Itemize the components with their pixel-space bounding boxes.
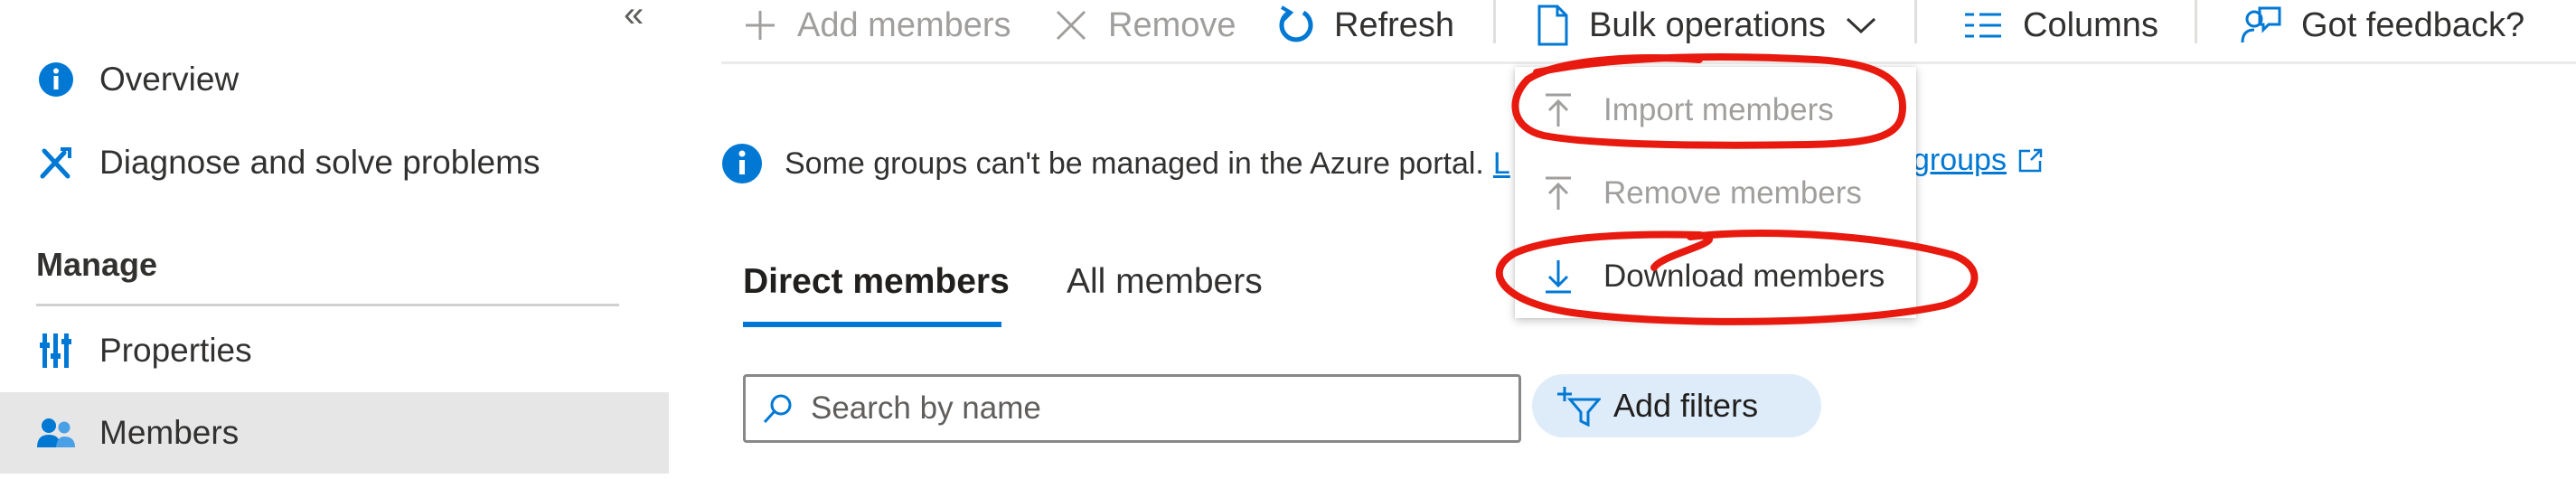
bulk-operations-button[interactable]: Bulk operations xyxy=(1537,0,1876,51)
search-box[interactable] xyxy=(743,374,1521,443)
sidebar-item-label: Members xyxy=(99,414,240,451)
info-icon xyxy=(721,143,763,184)
properties-icon xyxy=(36,331,76,371)
toolbar-separator xyxy=(1914,0,1917,43)
toolbar-separator xyxy=(2195,0,2197,43)
members-icon xyxy=(36,413,76,453)
bulk-operations-menu: Import members Remove members Download m… xyxy=(1515,67,1916,318)
upload-icon xyxy=(1540,175,1576,211)
add-filters-label: Add filters xyxy=(1613,387,1759,424)
menu-item-label: Remove members xyxy=(1603,175,1862,211)
feedback-icon xyxy=(2240,5,2281,46)
tab-direct-members[interactable]: Direct members xyxy=(743,262,1010,302)
download-icon xyxy=(1540,258,1576,295)
info-link-text: groups xyxy=(1913,143,2007,177)
menu-item-download-members[interactable]: Download members xyxy=(1540,249,1885,304)
info-text: Some groups can't be managed in the Azur… xyxy=(785,146,1484,181)
remove-button[interactable]: Remove xyxy=(1054,0,1236,51)
add-members-label: Add members xyxy=(797,5,1011,44)
remove-label: Remove xyxy=(1108,5,1236,44)
section-title-manage: Manage xyxy=(36,246,158,283)
document-icon xyxy=(1537,5,1569,46)
refresh-button[interactable]: Refresh xyxy=(1276,0,1454,51)
bulk-operations-label: Bulk operations xyxy=(1589,5,1826,44)
menu-item-label: Import members xyxy=(1603,92,1834,127)
info-icon xyxy=(36,60,76,99)
menu-item-label: Download members xyxy=(1603,258,1885,294)
refresh-icon xyxy=(1276,5,1314,45)
info-link[interactable]: L xyxy=(1493,146,1510,182)
feedback-button[interactable]: Got feedback? xyxy=(2240,0,2524,51)
add-members-button[interactable]: Add members xyxy=(743,0,1011,51)
section-divider xyxy=(36,304,619,306)
sidebar-item-label: Overview xyxy=(99,61,240,98)
sidebar-item-label: Properties xyxy=(99,332,252,369)
info-link-end[interactable]: groups xyxy=(1913,143,2043,178)
sidebar-item-overview[interactable]: Overview xyxy=(36,52,239,107)
add-filter-icon xyxy=(1557,385,1601,427)
chevron-down-icon xyxy=(1846,16,1876,34)
add-filters-button[interactable]: Add filters xyxy=(1532,374,1821,437)
sidebar-item-members[interactable]: Members xyxy=(0,392,669,474)
feedback-label: Got feedback? xyxy=(2301,5,2525,44)
tab-all-members[interactable]: All members xyxy=(1067,262,1263,302)
columns-button[interactable]: Columns xyxy=(1963,0,2158,51)
search-icon xyxy=(762,392,794,425)
sidebar-item-label: Diagnose and solve problems xyxy=(99,144,541,181)
collapse-sidebar-button[interactable]: « xyxy=(624,0,644,35)
sidebar-item-properties[interactable]: Properties xyxy=(36,324,252,378)
menu-item-remove-members[interactable]: Remove members xyxy=(1540,166,1862,221)
refresh-label: Refresh xyxy=(1334,5,1455,44)
plus-icon xyxy=(743,8,777,42)
toolbar-separator xyxy=(1493,0,1496,43)
info-banner: Some groups can't be managed in the Azur… xyxy=(721,143,1510,184)
columns-label: Columns xyxy=(2023,5,2158,44)
active-tab-indicator xyxy=(743,322,1001,327)
wrench-icon xyxy=(36,143,76,183)
menu-item-import-members[interactable]: Import members xyxy=(1540,83,1834,137)
close-icon xyxy=(1054,8,1088,42)
external-link-icon xyxy=(2017,148,2043,174)
sidebar-item-diagnose[interactable]: Diagnose and solve problems xyxy=(36,136,540,190)
columns-icon xyxy=(1963,11,2003,40)
upload-icon xyxy=(1540,92,1576,128)
toolbar-divider xyxy=(721,61,2576,64)
search-input[interactable] xyxy=(809,390,1481,427)
